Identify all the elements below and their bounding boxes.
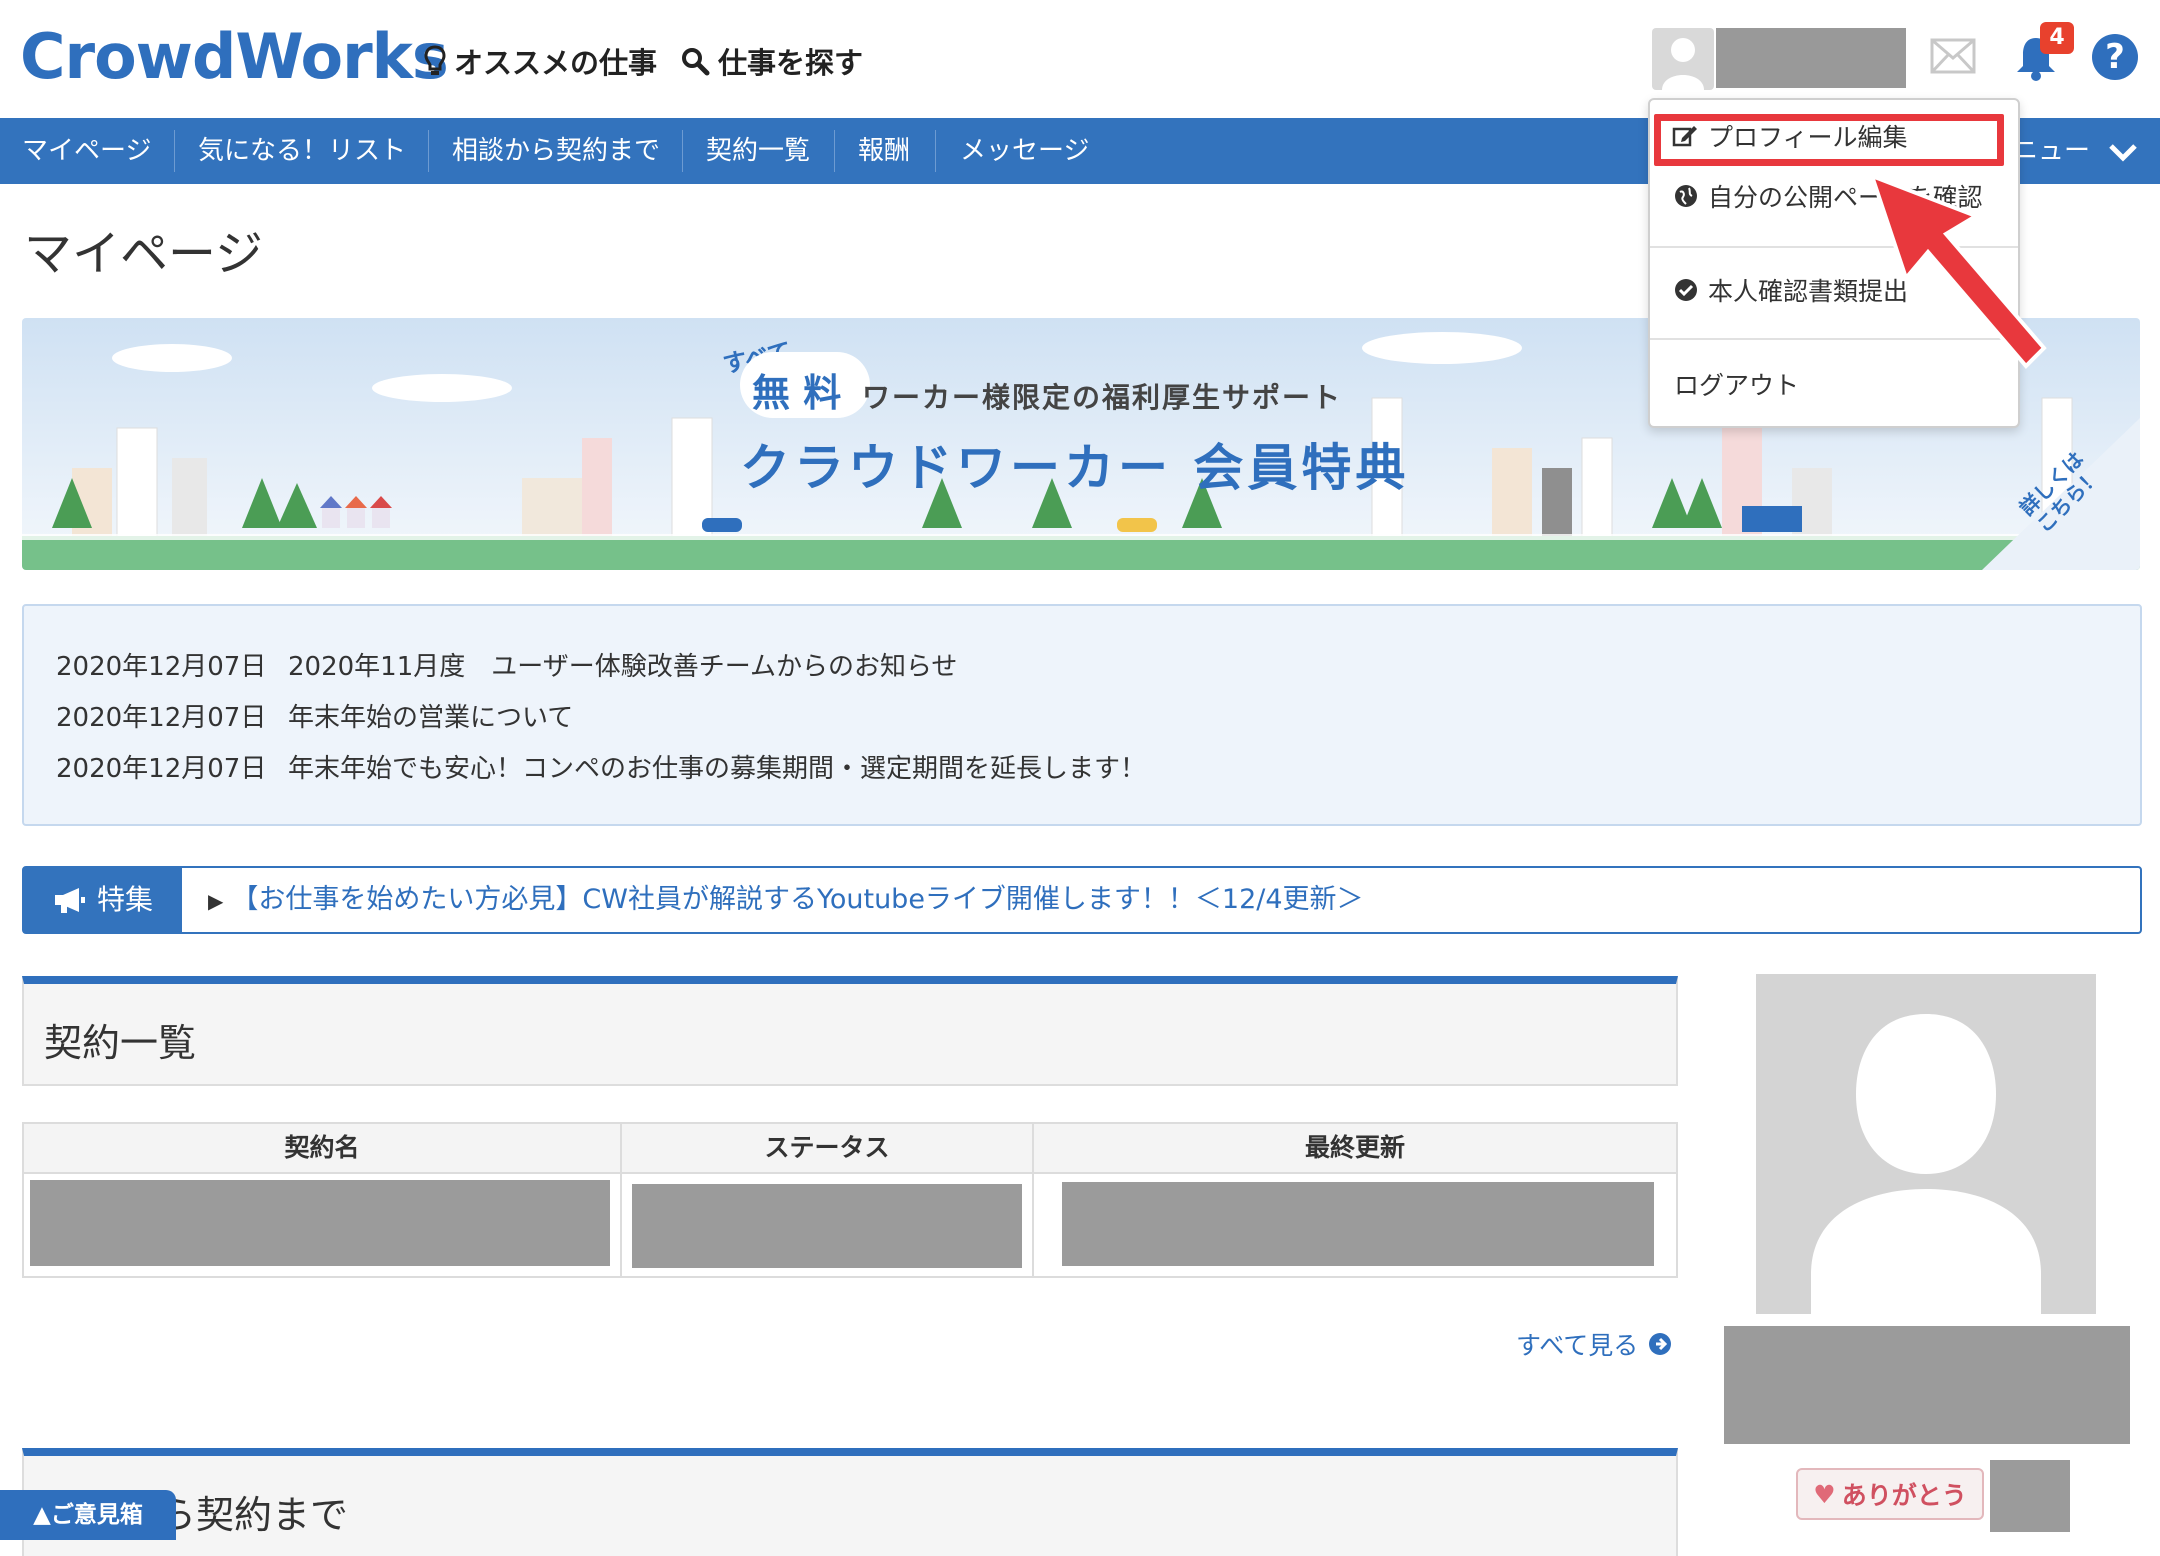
nav-separator [834,130,835,172]
news-item[interactable]: 2020年12月07日 2020年11月度 ユーザー体験改善チームからのお知らせ [56,646,957,683]
nav-consultation[interactable]: 相談から契約まで [452,118,660,184]
see-all-contracts-link[interactable]: すべて見る [1516,1326,1672,1362]
feature-link[interactable]: ▶ 【お仕事を始めたい方必見】CW社員が解説するYoutubeライブ開催します！！… [208,868,1364,933]
nav-search-jobs[interactable]: 仕事を探す [680,40,863,82]
column-header-last-updated[interactable]: 最終更新 [1034,1124,1676,1174]
contracts-section-header: 契約一覧 [22,976,1678,1086]
username-redacted[interactable] [1716,28,1906,88]
globe-icon [1675,185,1697,207]
news-date: 2020年12月07日 [56,754,267,784]
feature-tag-label: 特集 [96,883,153,916]
lightbulb-icon [424,45,446,75]
nav-recommended-jobs[interactable]: オススメの仕事 [424,40,657,82]
nav-search-label: 仕事を探す [718,46,864,80]
nav-mypage[interactable]: マイページ [22,118,151,184]
thanks-button[interactable]: ♥ ありがとう [1796,1468,1984,1520]
mail-icon[interactable] [1930,38,1976,78]
contract-name-redacted[interactable] [30,1180,610,1266]
contracts-title: 契約一覧 [44,1021,197,1065]
nav-separator [428,130,429,172]
search-icon [682,48,710,76]
news-text: 2020年11月度 ユーザー体験改善チームからのお知らせ [288,652,958,682]
feature-strip: 特集 ▶ 【お仕事を始めたい方必見】CW社員が解説するYoutubeライブ開催しま… [22,866,2142,934]
news-date: 2020年12月07日 [56,703,267,733]
menu-toggle-label: ニュー [2012,136,2091,166]
crowdworks-logo[interactable]: CrowdWorks [20,20,449,93]
thanks-count-redacted [1990,1460,2070,1532]
highlight-box [1654,114,2004,166]
arrow-circle-right-icon [1649,1333,1672,1355]
profile-name-redacted [1724,1326,2130,1444]
banner-free-label: 無 料 [752,371,842,415]
see-all-label: すべて見る [1516,1331,1639,1360]
news-date: 2020年12月07日 [56,652,267,682]
column-header-status[interactable]: ステータス [622,1124,1032,1174]
news-box: 2020年12月07日 2020年11月度 ユーザー体験改善チームからのお知らせ … [22,604,2142,826]
nav-messages[interactable]: メッセージ [960,118,1089,184]
thanks-label: ありがとう [1841,1481,1967,1510]
menu-item-logout[interactable]: ログアウト [1674,366,1799,402]
caret-right-icon: ▶ [208,889,224,913]
profile-picture[interactable] [1756,974,2096,1314]
nav-separator [682,130,683,172]
nav-contracts[interactable]: 契約一覧 [706,118,810,184]
nav-rewards[interactable]: 報酬 [858,118,910,184]
nav-recommended-label: オススメの仕事 [454,46,658,80]
banner-main-title: クラウドワーカー 会員特典 [740,439,1410,497]
red-arrow-annotation [1868,172,2048,376]
column-divider [1032,1124,1034,1276]
megaphone-icon [54,888,85,913]
column-divider [620,1124,622,1276]
contracts-table: 契約名 ステータス 最終更新 [22,1122,1678,1278]
news-item[interactable]: 2020年12月07日 年末年始の営業について [56,697,573,734]
help-icon[interactable]: ? [2092,34,2138,80]
menu-item-label: ログアウト [1674,371,1800,400]
notification-badge: 4 [2040,22,2074,54]
contract-updated-redacted [1062,1182,1654,1266]
banner-subtitle: ワーカー様限定の福利厚生サポート [862,381,1343,414]
nav-favorites[interactable]: 気になる！リスト [198,118,406,184]
nav-separator [935,130,936,172]
heart-icon: ♥ [1813,1479,1836,1509]
nav-separator [174,130,175,172]
user-avatar[interactable] [1652,28,1714,90]
check-circle-icon [1675,279,1697,301]
chevron-down-icon [2109,143,2138,162]
feature-link-text: 【お仕事を始めたい方必見】CW社員が解説するYoutubeライブ開催します！！＜… [231,884,1364,915]
page-title: マイページ [24,226,264,282]
news-text: 年末年始でも安心！コンペのお仕事の募集期間・選定期間を延長します！ [288,754,1147,784]
contract-status-redacted [632,1184,1022,1268]
column-header-contract-name[interactable]: 契約名 [24,1124,620,1174]
news-text: 年末年始の営業について [288,703,574,733]
news-item[interactable]: 2020年12月07日 年末年始でも安心！コンペのお仕事の募集期間・選定期間を延長… [56,748,1146,785]
feature-tag: 特集 [24,868,182,932]
feedback-box-button[interactable]: ▲ご意見箱 [0,1490,176,1540]
